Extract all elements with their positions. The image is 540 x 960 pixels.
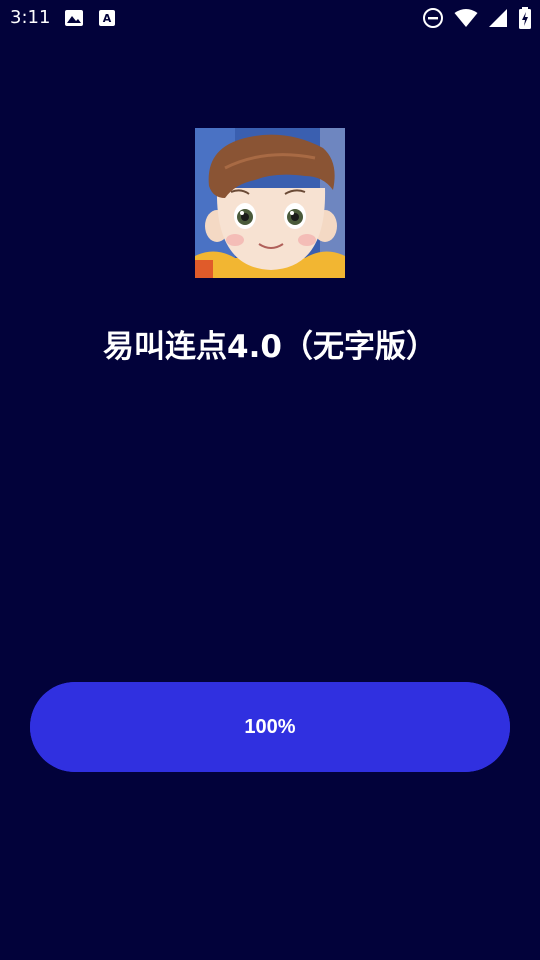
progress-label: 100% <box>244 715 296 738</box>
notification-icons: A <box>64 9 116 27</box>
font-a-icon: A <box>98 9 116 27</box>
image-icon <box>64 9 84 27</box>
status-bar: 3:11 A <box>0 0 540 36</box>
progress-button[interactable]: 100% <box>30 682 510 772</box>
cellular-signal-icon <box>488 8 508 28</box>
do-not-disturb-icon <box>422 7 444 29</box>
battery-charging-icon <box>518 7 532 29</box>
system-icons <box>422 7 532 29</box>
app-avatar-icon <box>195 128 345 278</box>
splash-screen: 3:11 A 易叫连点4.0（无字版） 100% <box>0 0 540 960</box>
app-title: 易叫连点4.0（无字版） <box>103 329 437 365</box>
status-time: 3:11 <box>10 7 51 28</box>
svg-text:A: A <box>103 12 112 25</box>
wifi-icon <box>454 8 478 28</box>
